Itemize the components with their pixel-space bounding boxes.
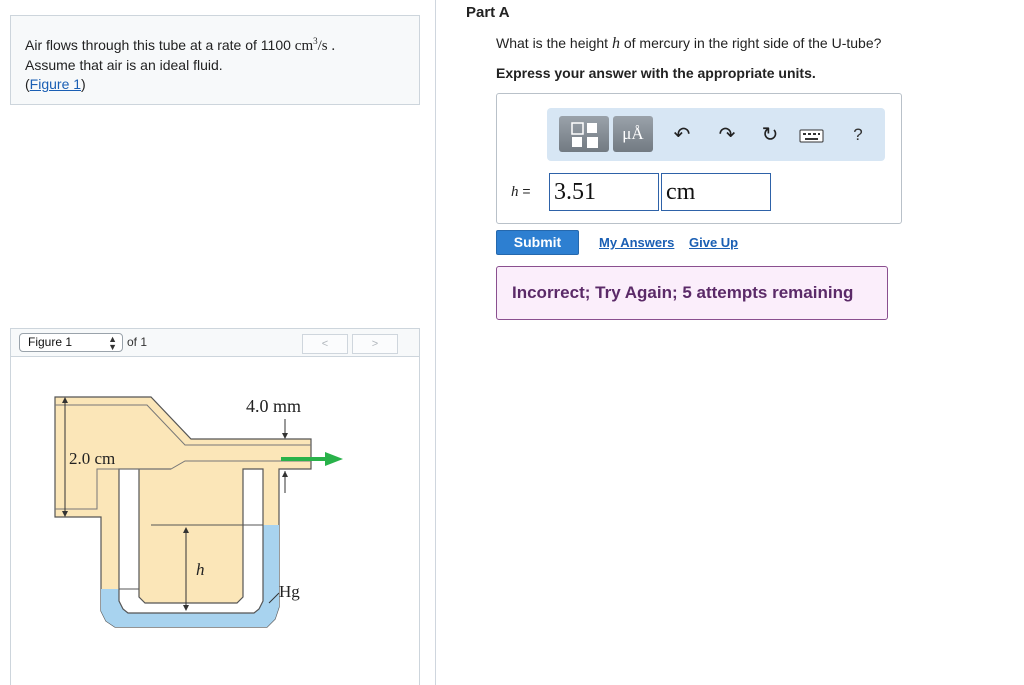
unit-rest: /s . bbox=[317, 38, 336, 54]
problem-statement: Air flows through this tube at a rate of… bbox=[10, 15, 420, 105]
width-label: 4.0 mm bbox=[246, 396, 301, 416]
figure-link[interactable]: Figure 1 bbox=[30, 76, 81, 92]
prev-figure-button[interactable]: < bbox=[302, 334, 348, 354]
undo-arrow-icon[interactable]: ↶ bbox=[669, 122, 695, 148]
h-label: h bbox=[196, 560, 205, 579]
part-title: Part A bbox=[466, 4, 510, 21]
problem-line-1: Air flows through this tube at a rate of… bbox=[25, 32, 405, 56]
paren-close: ) bbox=[81, 76, 86, 92]
question-variable: h bbox=[611, 35, 620, 52]
give-up-link[interactable]: Give Up bbox=[689, 235, 738, 250]
next-figure-button[interactable]: > bbox=[352, 334, 398, 354]
feedback-message: Incorrect; Try Again; 5 attempts remaini… bbox=[496, 266, 888, 320]
answer-panel: μÅ ↶ ↷ ↻ ? h = 3.51 cm bbox=[496, 93, 902, 224]
select-arrows-icon: ▲ ▼ bbox=[108, 334, 117, 352]
u-tube-figure: h 2.0 cm 4.0 mm Hg bbox=[54, 396, 343, 628]
hg-label: Hg bbox=[279, 582, 300, 601]
problem-line-2: Assume that air is an ideal fluid. bbox=[25, 57, 223, 73]
keyboard-glyph-icon bbox=[799, 129, 824, 143]
question-after: of mercury in the right side of the U-tu… bbox=[619, 35, 882, 51]
figure-select[interactable]: Figure 1 ▲ ▼ bbox=[19, 333, 123, 352]
answer-variable-label: h = bbox=[511, 183, 531, 201]
math-toolbar: μÅ ↶ ↷ ↻ ? bbox=[547, 108, 885, 161]
width-arrow-bottom bbox=[282, 471, 288, 477]
width-arrow-top bbox=[282, 433, 288, 439]
figure-area: h 2.0 cm 4.0 mm Hg bbox=[10, 356, 420, 685]
height-label: 2.0 cm bbox=[69, 449, 115, 468]
question-before: What is the height bbox=[496, 35, 612, 51]
submit-button[interactable]: Submit bbox=[496, 230, 579, 255]
reset-icon[interactable]: ↻ bbox=[757, 122, 783, 148]
equals-sign: = bbox=[518, 183, 531, 199]
redo-arrow-icon[interactable]: ↷ bbox=[714, 122, 740, 148]
flow-arrow-icon bbox=[325, 452, 343, 466]
help-button[interactable]: ? bbox=[845, 122, 871, 148]
figure-select-value: Figure 1 bbox=[28, 335, 73, 349]
figure-navigation: Figure 1 ▲ ▼ of 1 < > bbox=[10, 328, 420, 356]
keyboard-icon[interactable] bbox=[799, 128, 825, 144]
my-answers-link[interactable]: My Answers bbox=[599, 235, 674, 250]
problem-text: Air flows through this tube at a rate of… bbox=[25, 37, 295, 53]
template-grid-icon bbox=[571, 122, 598, 148]
question-text: What is the height h of mercury in the r… bbox=[496, 35, 881, 53]
templates-button[interactable] bbox=[559, 116, 609, 152]
instruction-text: Express your answer with the appropriate… bbox=[496, 65, 816, 81]
answer-value-input[interactable]: 3.51 bbox=[549, 173, 659, 211]
units-button[interactable]: μÅ bbox=[613, 116, 653, 152]
unit-base: cm bbox=[294, 38, 314, 54]
answer-units-input[interactable]: cm bbox=[661, 173, 771, 211]
figure-count: of 1 bbox=[127, 335, 148, 349]
figure-reference: (Figure 1) bbox=[25, 75, 405, 94]
flow-unit: cm3/s . bbox=[294, 36, 336, 54]
left-column: Air flows through this tube at a rate of… bbox=[0, 0, 436, 685]
answer-variable: h bbox=[511, 184, 519, 200]
